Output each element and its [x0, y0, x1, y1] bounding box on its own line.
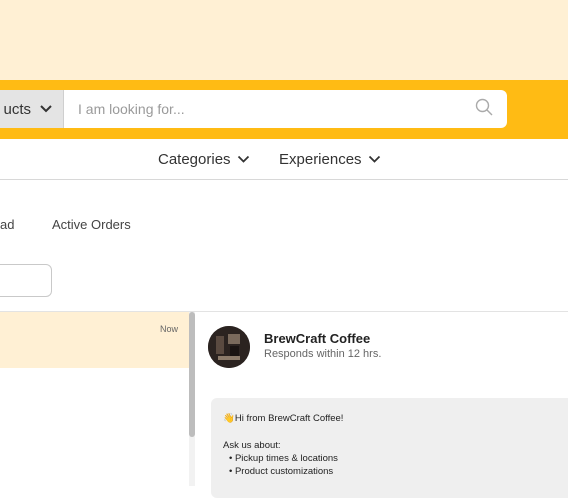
conversation-time: Now — [159, 324, 178, 334]
wave-icon: 👋 — [223, 413, 235, 424]
categories-menu[interactable]: Categories — [158, 151, 250, 168]
search-scope-label: ucts — [3, 100, 31, 118]
list-item: Product customizations — [223, 465, 568, 478]
search-input[interactable] — [64, 90, 461, 128]
topic-list: Pickup times & locations Product customi… — [223, 452, 568, 478]
search-group: ucts — [0, 90, 507, 128]
scrollbar-thumb[interactable] — [189, 312, 195, 437]
conversation-filter-input[interactable] — [0, 264, 52, 297]
chevron-down-icon — [39, 101, 53, 118]
conversation-list-item[interactable]: Now — [0, 312, 189, 368]
chevron-down-icon — [368, 151, 381, 168]
search-button[interactable] — [461, 90, 507, 128]
top-banner — [0, 0, 568, 80]
seller-response-time: Responds within 12 hrs. — [264, 348, 382, 360]
experiences-menu[interactable]: Experiences — [279, 151, 381, 168]
tab-active-orders[interactable]: Active Orders — [52, 217, 131, 232]
experiences-label: Experiences — [279, 151, 362, 168]
greeting-text: Hi from BrewCraft Coffee! — [234, 413, 344, 424]
tab-unread[interactable]: ad — [0, 217, 14, 232]
list-item: Pickup times & locations — [223, 452, 568, 465]
seller-avatar — [208, 326, 250, 368]
chat-message: 👋Hi from BrewCraft Coffee! Ask us about:… — [211, 398, 568, 498]
greeting-line: 👋Hi from BrewCraft Coffee! — [223, 412, 568, 425]
search-scope-select[interactable]: ucts — [0, 90, 64, 128]
categories-label: Categories — [158, 151, 231, 168]
seller-name: BrewCraft Coffee — [264, 331, 371, 346]
ask-intro: Ask us about: — [223, 440, 281, 451]
search-icon — [475, 98, 493, 121]
category-nav: Categories Experiences — [0, 139, 568, 180]
chevron-down-icon — [237, 151, 250, 168]
search-bar: ucts — [0, 80, 568, 139]
